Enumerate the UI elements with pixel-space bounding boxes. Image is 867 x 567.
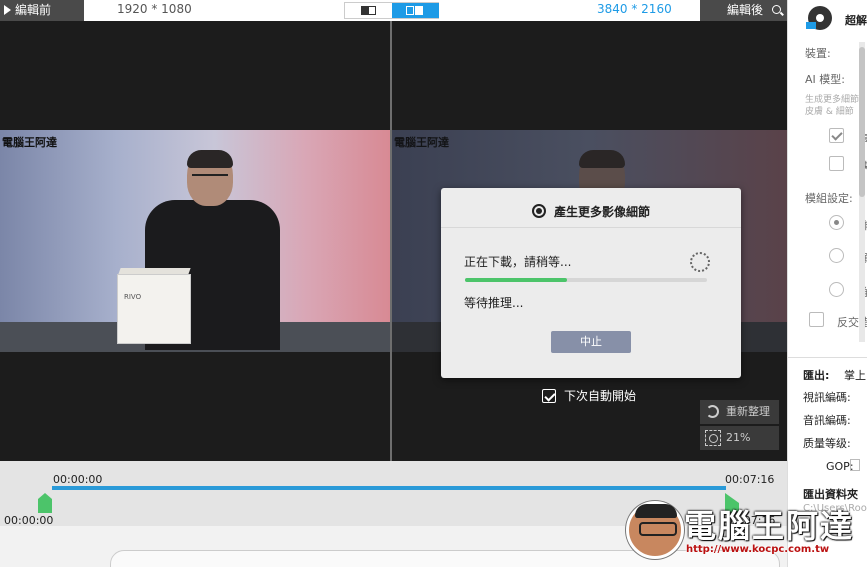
- auto-start-option[interactable]: 下次自動開始: [542, 387, 636, 404]
- view-mode-toggle: [344, 2, 439, 19]
- loading-spinner-icon: [690, 252, 710, 272]
- waiting-status: 等待推理...: [464, 296, 524, 310]
- timeline-end-time: 00:07:16: [725, 473, 775, 486]
- video-frame-before: 電腦王阿達 RIVO: [0, 130, 390, 352]
- panel-title: 超解: [845, 14, 867, 27]
- play-icon: [4, 5, 11, 15]
- view-single-button[interactable]: [345, 3, 392, 18]
- zoom-control[interactable]: 21%: [700, 426, 779, 450]
- site-watermark: 電腦王阿達 http://www.kocpc.com.tw: [622, 497, 862, 563]
- split-single-icon: [361, 6, 376, 15]
- timeline-start-time: 00:00:00: [53, 473, 103, 486]
- settings-panel: 超解 裝置: AI 模型: 生成更多細節 皮膚 & 細節 高 快 模組設定: 作…: [787, 0, 867, 567]
- top-bar: 編輯前 1920 * 1080 3840 * 2160 編輯後: [0, 0, 787, 21]
- trim-start-handle[interactable]: [38, 493, 52, 513]
- video-codec-label: 視訊編碼:: [803, 391, 851, 404]
- preview-before: 電腦王阿達 RIVO: [0, 21, 390, 461]
- quality-level-label: 质量等级:: [803, 437, 851, 450]
- ai-model-desc-1: 生成更多細節: [805, 95, 860, 105]
- download-status: 正在下載，請稍等...: [464, 255, 572, 269]
- dialog-title-text: 產生更多影像細節: [553, 205, 650, 219]
- stop-button[interactable]: 中止: [551, 331, 631, 353]
- video-watermark: 電腦王阿達: [2, 136, 57, 149]
- auto-start-label: 下次自動開始: [564, 389, 637, 403]
- option-fast-checkbox[interactable]: [829, 156, 844, 171]
- target-resolution: 3840 * 2160: [597, 2, 672, 16]
- download-progress-bar: [465, 278, 707, 282]
- panel-scrollbar[interactable]: [859, 42, 865, 342]
- export-value[interactable]: 掌上: [844, 367, 866, 383]
- option-high-checkbox[interactable]: [829, 128, 844, 143]
- aperture-icon: [531, 204, 546, 218]
- radio-option-3[interactable]: [829, 282, 844, 297]
- video-watermark-after: 電腦王阿達: [394, 136, 449, 149]
- timeline-track[interactable]: [52, 486, 726, 490]
- after-label-text: 編輯後: [727, 3, 764, 17]
- export-label: 匯出:: [803, 369, 830, 382]
- search-icon[interactable]: [772, 5, 781, 14]
- module-settings-label: 模組設定:: [805, 192, 853, 205]
- enhance-dialog: 產生更多影像細節 正在下載，請稍等... 等待推理... 中止: [441, 188, 741, 378]
- dialog-title: 產生更多影像細節: [441, 188, 741, 228]
- radio-option-1[interactable]: [829, 215, 844, 230]
- audio-codec-label: 音訊編碼:: [803, 414, 851, 427]
- split-side-by-side-icon: [406, 6, 424, 15]
- product-box: RIVO: [117, 274, 191, 344]
- radio-option-2[interactable]: [829, 248, 844, 263]
- device-label: 裝置:: [805, 47, 831, 60]
- watermark-url: http://www.kocpc.com.tw: [686, 544, 830, 555]
- view-side-by-side-button[interactable]: [392, 3, 439, 18]
- before-label-text: 編輯前: [15, 3, 52, 17]
- before-label[interactable]: 編輯前: [0, 0, 84, 21]
- zoom-icon: [705, 430, 721, 446]
- ai-model-desc-2: 皮膚 & 細節: [805, 107, 854, 117]
- refresh-button[interactable]: 重新整理: [700, 400, 779, 424]
- gop-stepper[interactable]: [850, 459, 860, 471]
- after-label: 編輯後: [700, 0, 787, 21]
- auto-start-checkbox[interactable]: [542, 389, 556, 403]
- app-window: 編輯前 1920 * 1080 3840 * 2160 編輯後 電腦王阿達 RI…: [0, 0, 867, 567]
- mascot-logo: [626, 501, 684, 559]
- download-progress-fill: [465, 278, 567, 282]
- deinterlace-checkbox[interactable]: [809, 312, 824, 327]
- refresh-icon: [706, 405, 719, 418]
- watermark-title: 電腦王阿達: [684, 507, 855, 545]
- ai-model-label: AI 模型:: [805, 73, 845, 86]
- source-resolution: 1920 * 1080: [117, 2, 192, 16]
